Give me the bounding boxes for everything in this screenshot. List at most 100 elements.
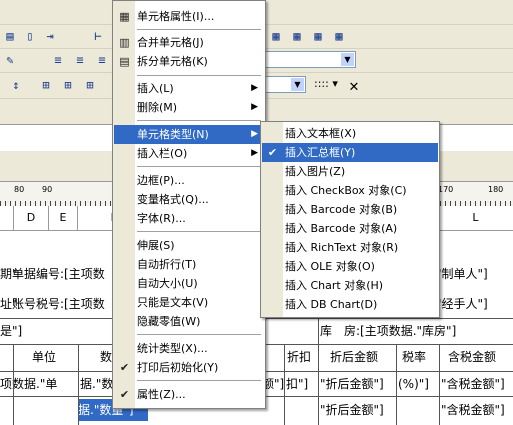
menu-item-text-only[interactable]: 只能是文本(V): [114, 293, 264, 312]
menu-item-merge-cells[interactable]: ▥ 合并单元格(J): [114, 33, 264, 52]
cell-properties-icon: ▦: [119, 10, 130, 23]
menu-item-label: 单元格属性(I)...: [137, 10, 215, 23]
cell[interactable]: 是"]: [0, 320, 22, 342]
menu-item-border[interactable]: 边框(P)...: [114, 171, 264, 190]
cell[interactable]: 账号税号:[主项数: [12, 293, 105, 315]
column-header-E[interactable]: E: [49, 206, 78, 230]
menu-item-cell-type[interactable]: 单元格类型(N) ▶: [114, 125, 264, 144]
submenu-item-insert-barcode-b[interactable]: 插入 Barcode 对象(B): [262, 200, 438, 219]
column-title[interactable]: 折扣: [287, 346, 311, 368]
menu-item-insert[interactable]: 插入(L) ▶: [114, 79, 264, 98]
style-combo[interactable]: ▼: [264, 51, 356, 68]
menu-item-hide-zero[interactable]: 隐藏零值(W): [114, 312, 264, 331]
column-header[interactable]: [0, 206, 14, 230]
column-title[interactable]: 税率: [402, 346, 426, 368]
ruler-label: 180: [488, 185, 504, 194]
new-doc-icon[interactable]: ▯: [20, 26, 40, 46]
format-icon[interactable]: ⊞: [80, 75, 100, 95]
menu-separator: [137, 75, 261, 76]
column-header-L[interactable]: L: [438, 206, 513, 230]
grid-line: [396, 344, 397, 425]
menu-separator: [137, 120, 261, 121]
menu-item-stat-type[interactable]: 统计类型(X)...: [114, 339, 264, 358]
menu-item-label: 字体(R)...: [137, 212, 186, 225]
cell[interactable]: "经手人"]: [436, 293, 488, 315]
menu-item-word-wrap[interactable]: 自动折行(T): [114, 255, 264, 274]
table-icon[interactable]: ▦: [266, 26, 286, 46]
check-icon: ✔: [267, 146, 278, 159]
cell[interactable]: 据."数: [80, 373, 113, 395]
export-icon[interactable]: ⇥: [40, 26, 60, 46]
menu-item-properties[interactable]: ✔ 属性(Z)...: [114, 385, 264, 404]
table-icon[interactable]: ▦: [308, 26, 328, 46]
toolbar-button[interactable]: ▤: [0, 26, 20, 46]
submenu-item-insert-chart[interactable]: 插入 Chart 对象(H): [262, 276, 438, 295]
menu-item-label: 打印后初始化(Y): [137, 361, 219, 374]
column-header-D[interactable]: D: [14, 206, 49, 230]
submenu-item-insert-summary-box[interactable]: ✔ 插入汇总框(Y): [262, 143, 438, 162]
pen-color-icon[interactable]: ✎: [0, 50, 20, 70]
cell[interactable]: "含税金额"]: [441, 399, 505, 421]
submenu-item-insert-checkbox[interactable]: 插入 CheckBox 对象(C): [262, 181, 438, 200]
menu-item-label: 插入 Barcode 对象(A): [285, 222, 398, 235]
menu-item-cell-properties[interactable]: ▦ 单元格属性(I)...: [114, 7, 264, 26]
menu-item-delete[interactable]: 删除(M) ▶: [114, 98, 264, 117]
menu-item-split-cells[interactable]: ▤ 拆分单元格(K): [114, 52, 264, 71]
submenu-item-insert-image[interactable]: 插入图片(Z): [262, 162, 438, 181]
table-icon[interactable]: ▦: [329, 26, 349, 46]
menu-item-font[interactable]: 字体(R)...: [114, 209, 264, 228]
submenu-arrow-icon: ▶: [251, 83, 258, 93]
cell[interactable]: "折后金额"]: [320, 373, 384, 395]
grid-line: [284, 344, 285, 425]
align-right-icon[interactable]: ≡: [92, 50, 112, 70]
cell[interactable]: 单据编号:[主项数: [12, 263, 105, 285]
menu-separator: [137, 166, 261, 167]
chevron-down-icon[interactable]: ▼: [341, 53, 354, 66]
menu-item-label: 自动大小(U): [137, 277, 198, 290]
cell[interactable]: (%)"]: [398, 373, 429, 395]
align-center-icon[interactable]: ≡: [70, 50, 90, 70]
line-style-dropdown[interactable]: :::: ▾: [314, 77, 338, 90]
submenu-item-insert-textbox[interactable]: 插入文本框(X): [262, 124, 438, 143]
menu-item-variable-format[interactable]: 变量格式(Q)...: [114, 190, 264, 209]
table-icon[interactable]: ▦: [287, 26, 307, 46]
format-icon[interactable]: ⊞: [58, 75, 78, 95]
zoom-combo[interactable]: ▼: [264, 76, 306, 93]
menu-item-insert-bar[interactable]: 插入栏(O) ▶: [114, 144, 264, 163]
cell[interactable]: 扣"]: [286, 373, 308, 395]
menu-item-init-after-print[interactable]: ✔ 打印后初始化(Y): [114, 358, 264, 377]
submenu-item-insert-db-chart[interactable]: 插入 DB Chart(D): [262, 295, 438, 314]
ruler-label: 80: [14, 185, 25, 194]
menu-separator: [137, 380, 261, 381]
insert-row-icon[interactable]: ⊢: [88, 26, 108, 46]
chevron-down-icon[interactable]: ▼: [291, 78, 304, 91]
cell[interactable]: "折后金额"]: [320, 399, 384, 421]
menu-item-label: 插入 OLE 对象(O): [285, 260, 375, 273]
cell[interactable]: "制单人"]: [436, 263, 488, 285]
format-icon[interactable]: ⊞: [36, 75, 56, 95]
cell[interactable]: "含税金额"]: [441, 373, 505, 395]
menu-item-stretch[interactable]: 伸展(S): [114, 236, 264, 255]
align-left-icon[interactable]: ≡: [48, 50, 68, 70]
menu-item-label: 拆分单元格(K): [137, 55, 208, 68]
row-height-icon[interactable]: ↕: [6, 75, 26, 95]
submenu-item-insert-barcode-a[interactable]: 插入 Barcode 对象(A): [262, 219, 438, 238]
menu-separator: [137, 334, 261, 335]
column-title[interactable]: 折后金额: [330, 346, 378, 368]
close-icon[interactable]: ✕: [344, 75, 364, 95]
menu-separator: [137, 29, 261, 30]
cell[interactable]: 库 房:[主项数据."库房"]: [320, 320, 456, 342]
column-title[interactable]: 单位: [32, 346, 56, 368]
submenu-arrow-icon: ▶: [251, 148, 258, 158]
ruler-label: 170: [438, 185, 454, 194]
column-title[interactable]: 含税金额: [448, 346, 496, 368]
menu-item-label: 插入 CheckBox 对象(C): [285, 184, 407, 197]
submenu-item-insert-richtext[interactable]: 插入 RichText 对象(R): [262, 238, 438, 257]
column-title[interactable]: 数: [100, 346, 112, 368]
submenu-item-insert-ole[interactable]: 插入 OLE 对象(O): [262, 257, 438, 276]
menu-item-label: 插入 DB Chart(D): [285, 298, 378, 311]
menu-item-label: 插入 Chart 对象(H): [285, 279, 384, 292]
submenu-arrow-icon: ▶: [251, 129, 258, 139]
menu-item-auto-size[interactable]: 自动大小(U): [114, 274, 264, 293]
cell[interactable]: 项数据."单: [0, 373, 57, 395]
